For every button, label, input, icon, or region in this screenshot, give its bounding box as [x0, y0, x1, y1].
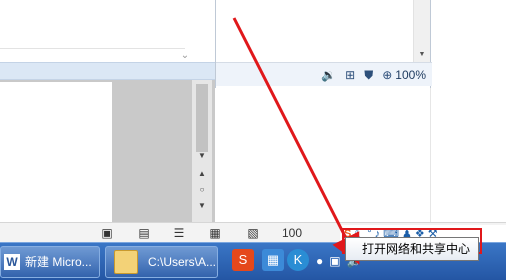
zoom-icon: ⊕	[382, 67, 393, 82]
taskbar-explorer-item[interactable]: C:\Users\A...	[105, 246, 218, 278]
medkit-icon[interactable]: ⊞	[345, 68, 355, 82]
network-icon[interactable]: ▣	[329, 254, 340, 268]
window-statusbar: 🔉 ⊞ ⛊ ⊕ 100%	[216, 62, 432, 86]
next-page-icon[interactable]: ▼	[195, 200, 209, 212]
ruler-line	[0, 48, 185, 49]
speaker-icon[interactable]: 🔉	[321, 68, 336, 82]
chevron-down-icon[interactable]: ⌄	[178, 50, 192, 62]
taskbar-word-label: 新建 Micro...	[25, 255, 92, 269]
taskbar-word-item[interactable]: W 新建 Micro...	[0, 246, 100, 278]
scroll-thumb[interactable]	[196, 84, 208, 152]
zoom-control[interactable]: ⊕ 100%	[382, 68, 426, 82]
zoom-level: 100%	[395, 67, 426, 82]
folder-icon	[114, 250, 138, 274]
k-app-icon[interactable]: K	[287, 249, 309, 271]
print-layout-icon[interactable]: ▤	[137, 226, 151, 240]
web-layout-icon[interactable]: ▦	[208, 226, 222, 240]
foreground-window: ▼ 🔉 ⊞ ⛊ ⊕ 100%	[215, 0, 432, 88]
shield-icon[interactable]: ⛊	[364, 68, 373, 82]
ribbon-area: ⌄	[0, 0, 215, 62]
fullscreen-icon[interactable]: ▣	[100, 226, 114, 240]
scroll-down-icon[interactable]: ▼	[417, 50, 427, 60]
taskbar-explorer-label: C:\Users\A...	[148, 255, 217, 269]
network-tooltip: 打开网络和共享中心	[345, 237, 479, 261]
sogou-icon[interactable]: S	[232, 249, 254, 271]
ruler-band	[0, 62, 215, 80]
window-scrollbar[interactable]: ▼	[413, 0, 430, 62]
scroll-down-icon[interactable]: ▼	[195, 150, 209, 162]
draft-view-icon[interactable]: ▧	[246, 226, 260, 240]
outline-view-icon[interactable]: ☰	[172, 226, 186, 240]
vertical-scrollbar[interactable]: ▼ ▲ ○ ▼	[192, 80, 212, 222]
document-page[interactable]	[0, 82, 112, 222]
right-panel	[430, 0, 506, 222]
word-icon: W	[4, 254, 20, 270]
shield-tray-icon[interactable]: ●	[316, 254, 323, 268]
prev-page-icon[interactable]: ▲	[195, 168, 209, 180]
zoom-level[interactable]: 100	[282, 226, 302, 240]
box-icon[interactable]: ▦	[262, 249, 284, 271]
select-browse-object-icon[interactable]: ○	[195, 184, 209, 196]
